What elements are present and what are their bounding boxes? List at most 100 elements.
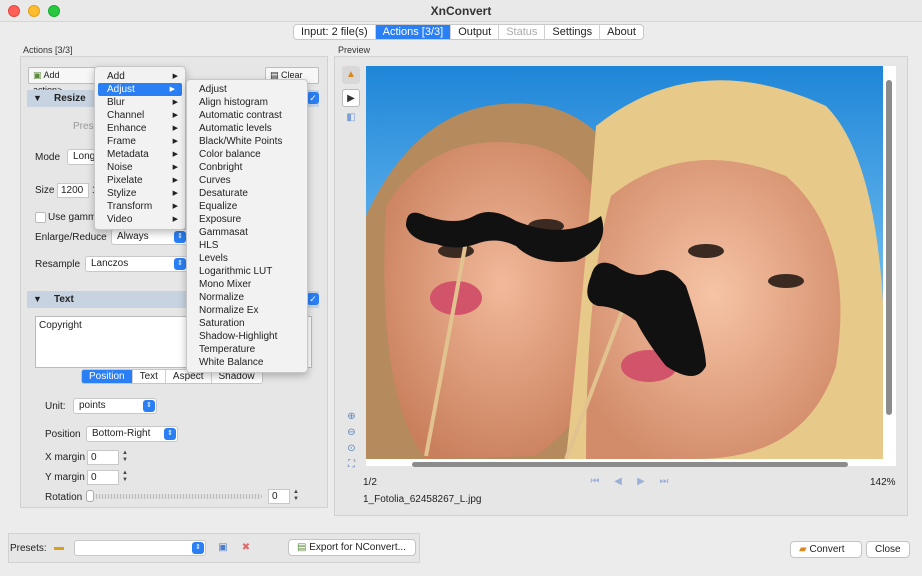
mode-label: Mode [35,152,61,163]
image-toggle-icon[interactable]: ▲ [342,66,360,84]
text-header-label: Text [54,294,74,305]
fullscreen-icon[interactable]: ⛶ [345,458,358,471]
preview-image [366,66,883,459]
menu-item-noise[interactable]: Noise ▶ [95,161,185,174]
submenu-item-hls[interactable]: HLS [187,239,307,252]
enlarge-reduce-select[interactable]: Always ⇕ [111,229,188,245]
vertical-scrollbar[interactable] [886,80,892,415]
last-image-icon[interactable]: ⏭ [657,475,671,489]
unit-select[interactable]: points ⇕ [73,398,157,414]
position-select[interactable]: Bottom-Right ⇕ [86,426,178,442]
next-image-icon[interactable]: ▶ [634,475,648,489]
rotation-field[interactable]: 0 [268,489,290,504]
menu-item-stylize[interactable]: Stylize ▶ [95,187,185,200]
tab-settings[interactable]: Settings [545,25,601,39]
resample-label: Resample [35,259,81,270]
submenu-item-automatic-levels[interactable]: Automatic levels [187,122,307,135]
submenu-item-curves[interactable]: Curves [187,174,307,187]
submenu-item-black-white-points[interactable]: Black/White Points [187,135,307,148]
submenu-item-align-histogram[interactable]: Align histogram [187,96,307,109]
tab-actions[interactable]: Actions [3/3] [375,25,452,39]
submenu-item-normalize[interactable]: Normalize [187,291,307,304]
y-margin-label: Y margin [45,472,85,483]
delete-preset-icon[interactable]: ✖ [237,539,255,557]
submenu-item-mono-mixer[interactable]: Mono Mixer [187,278,307,291]
compare-icon[interactable]: ◧ [342,109,360,127]
submenu-item-logarithmic-lut[interactable]: Logarithmic LUT [187,265,307,278]
zoom-out-icon[interactable]: ⊖ [345,426,358,439]
tab-about[interactable]: About [600,25,643,39]
play-icon[interactable]: ▶ [342,89,360,107]
adjust-submenu: Adjust Align histogram Automatic contras… [186,79,308,373]
submenu-item-temperature[interactable]: Temperature [187,343,307,356]
submenu-item-adjust[interactable]: Adjust [187,83,307,96]
resize-enabled-checkbox[interactable]: ✓ [307,92,319,104]
submenu-item-exposure[interactable]: Exposure [187,213,307,226]
y-margin-stepper[interactable]: ▲ ▼ [121,470,129,484]
rotation-slider-thumb[interactable] [86,490,94,502]
submenu-item-shadow-highlight[interactable]: Shadow-Highlight [187,330,307,343]
horizontal-scrollbar[interactable] [412,462,848,467]
photo-illustration [366,66,883,459]
menu-item-transform[interactable]: Transform ▶ [95,200,185,213]
zoom-in-icon[interactable]: ⊕ [345,410,358,423]
presets-label: Presets: [10,543,47,554]
presets-select[interactable]: ⇕ [74,540,206,556]
rotation-slider[interactable] [90,494,262,499]
first-image-icon[interactable]: ⏮ [588,475,602,489]
submenu-item-desaturate[interactable]: Desaturate [187,187,307,200]
submenu-item-color-balance[interactable]: Color balance [187,148,307,161]
menu-item-enhance[interactable]: Enhance ▶ [95,122,185,135]
submenu-item-gammasat[interactable]: Gammasat [187,226,307,239]
submenu-arrow-icon: ▶ [172,164,178,171]
submenu-item-normalize-ex[interactable]: Normalize Ex [187,304,307,317]
rotation-stepper[interactable]: ▲ ▼ [292,489,300,503]
menu-item-adjust[interactable]: Adjust ▶ [98,83,182,96]
save-preset-icon[interactable]: ▣ [214,539,232,557]
subtab-position[interactable]: Position [82,370,133,383]
text-enabled-checkbox[interactable]: ✓ [307,293,319,305]
submenu-item-equalize[interactable]: Equalize [187,200,307,213]
x-margin-stepper[interactable]: ▲ ▼ [121,450,129,464]
menu-item-add[interactable]: Add ▶ [95,70,185,83]
y-margin-field[interactable]: 0 [87,470,119,485]
menu-item-frame[interactable]: Frame ▶ [95,135,185,148]
collapse-triangle-icon[interactable]: ▼ [33,90,42,107]
width-field[interactable]: 1200 [57,183,89,198]
use-gamma-label: Use gamm [48,212,97,223]
add-action-icon: ▣ [33,70,42,80]
menu-item-blur[interactable]: Blur ▶ [95,96,185,109]
size-label: Size [35,185,55,196]
resample-value: Lanczos [91,258,129,269]
export-nconvert-button[interactable]: ▤ Export for NConvert... [288,539,416,556]
add-action-button[interactable]: ▣ Add action> [28,67,96,95]
submenu-item-saturation[interactable]: Saturation [187,317,307,330]
submenu-item-automatic-contrast[interactable]: Automatic contrast [187,109,307,122]
tab-input[interactable]: Input: 2 file(s) [294,25,376,39]
menu-item-metadata[interactable]: Metadata ▶ [95,148,185,161]
convert-button[interactable]: ▰ Convert [790,541,862,558]
resize-header-label: Resize [54,93,86,104]
export-label: Export for NConvert... [309,542,406,553]
previous-image-icon[interactable]: ◀ [611,475,625,489]
subtab-text[interactable]: Text [133,370,166,383]
mode-select[interactable]: Longe [67,149,101,165]
submenu-arrow-icon: ▶ [172,151,178,158]
x-margin-field[interactable]: 0 [87,450,119,465]
zoom-fit-icon[interactable]: ⊙ [345,442,358,455]
collapse-triangle-icon[interactable]: ▼ [33,291,42,308]
submenu-item-white-balance[interactable]: White Balance [187,356,307,369]
chevron-updown-icon: ⇕ [174,231,186,243]
submenu-item-levels[interactable]: Levels [187,252,307,265]
use-gamma-checkbox[interactable] [35,212,46,223]
menu-item-pixelate[interactable]: Pixelate ▶ [95,174,185,187]
menu-item-channel[interactable]: Channel ▶ [95,109,185,122]
resample-select[interactable]: Lanczos ⇕ [85,256,188,272]
submenu-arrow-icon: ▶ [172,216,178,223]
submenu-item-conbright[interactable]: Conbright [187,161,307,174]
menu-item-video[interactable]: Video ▶ [95,213,185,226]
folder-icon[interactable]: ▬ [50,539,68,557]
close-button[interactable]: Close [866,541,910,558]
tab-output[interactable]: Output [451,25,500,39]
submenu-arrow-icon: ▶ [172,190,178,197]
